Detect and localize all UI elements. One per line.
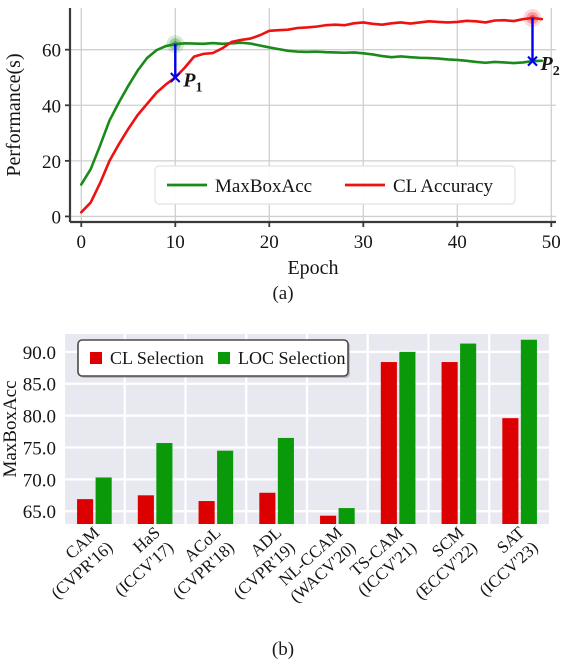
ytick-label: 85.0 xyxy=(23,375,56,396)
ytick-label: 70.0 xyxy=(23,470,56,491)
bar-loc-selection-2 xyxy=(217,450,234,524)
bar-loc-selection-7 xyxy=(520,339,537,524)
xtick-label-group-2: ACoL(CVPR'18) xyxy=(169,523,238,603)
figure-container: P1 P2 0 10 20 30 40 50 0 20 40 60 Epoch Performance(s… xyxy=(0,0,566,672)
ytick-label: 60 xyxy=(42,41,61,62)
xtick-label: 0 xyxy=(77,232,87,253)
bar-loc-selection-6 xyxy=(460,343,477,524)
legend-label-2: CL Accuracy xyxy=(393,176,494,197)
ytick-label: 40 xyxy=(42,96,61,117)
xtick-label: 30 xyxy=(354,232,373,253)
ytick-label: 80.0 xyxy=(23,407,56,428)
annotation-label-subscript: 2 xyxy=(553,64,560,79)
xtick-label: 20 xyxy=(260,232,279,253)
ytick-label: 90.0 xyxy=(23,343,56,364)
xtick-label-group-7: SAT(ICCV'23) xyxy=(475,522,541,600)
caption-a: (a) xyxy=(272,283,294,304)
bar-cl-selection-5 xyxy=(380,362,397,524)
bar-cl-selection-1 xyxy=(137,495,154,524)
xtick-label: 50 xyxy=(542,232,561,253)
bar-loc-selection-4 xyxy=(338,508,355,524)
ytick-label: 75.0 xyxy=(23,438,56,459)
xtick-label-group-3: ADL(CVPR'19) xyxy=(230,523,299,603)
xtick-label: 10 xyxy=(166,232,185,253)
bar-cl-selection-4 xyxy=(320,515,337,524)
bar-cl-selection-3 xyxy=(259,492,276,524)
bar-loc-selection-0 xyxy=(95,477,112,524)
xtick-label: 40 xyxy=(448,232,467,253)
xtick-label-group-1: HaS(ICCV'17) xyxy=(111,523,177,600)
bar-cl-selection-2 xyxy=(198,501,215,524)
bar-chart-legend: CL Selection LOC Selection xyxy=(77,339,350,378)
legend-swatch-2 xyxy=(218,352,230,364)
ytick-label: 0 xyxy=(52,207,62,228)
bar-cl-selection-6 xyxy=(441,362,458,524)
legend-label-2: LOC Selection xyxy=(238,348,345,368)
xtick-label-group-6: SCM(ECCV'22) xyxy=(411,523,481,603)
line-chart-legend: MaxBoxAcc CL Accuracy xyxy=(154,165,516,205)
legend-label-1: CL Selection xyxy=(110,348,204,368)
bar-cl-selection-7 xyxy=(502,418,519,524)
bar-chart-panel: 65.0 70.0 75.0 80.0 85.0 90.0 MaxBoxAcc CAM (CVP… xyxy=(0,312,566,672)
y-axis-title: MaxBoxAcc xyxy=(0,380,21,477)
xtick-label-group-5: TS-CAM(ICCV'21) xyxy=(346,523,420,600)
line-chart-svg: P1P20 10 20 30 40 500204060EpochPerformance(s… xyxy=(3,8,561,279)
legend-label-1: MaxBoxAcc xyxy=(215,176,312,197)
ytick-label: 65.0 xyxy=(23,502,56,523)
bar-loc-selection-3 xyxy=(277,437,294,524)
y-axis-title: Performance(s) xyxy=(3,53,25,176)
bar-loc-selection-5 xyxy=(399,351,416,524)
x-axis-title: Epoch xyxy=(287,257,338,279)
bar-cl-selection-0 xyxy=(77,499,94,524)
line-chart-panel: P1 P2 0 10 20 30 40 50 0 20 40 60 Epoch Performance(s… xyxy=(0,0,566,312)
bar-loc-selection-1 xyxy=(156,443,173,524)
ytick-label: 20 xyxy=(42,152,61,173)
legend-swatch-1 xyxy=(90,352,102,364)
bar-chart-svg: 65.0 70.0 75.0 80.0 85.0 90.0MaxBoxAcc CAM(CVP… xyxy=(0,334,552,606)
annotation-label-subscript: 1 xyxy=(196,80,203,95)
xtick-label-group-0: CAM(CVPR'16) xyxy=(47,523,116,603)
caption-b: (b) xyxy=(271,639,295,660)
